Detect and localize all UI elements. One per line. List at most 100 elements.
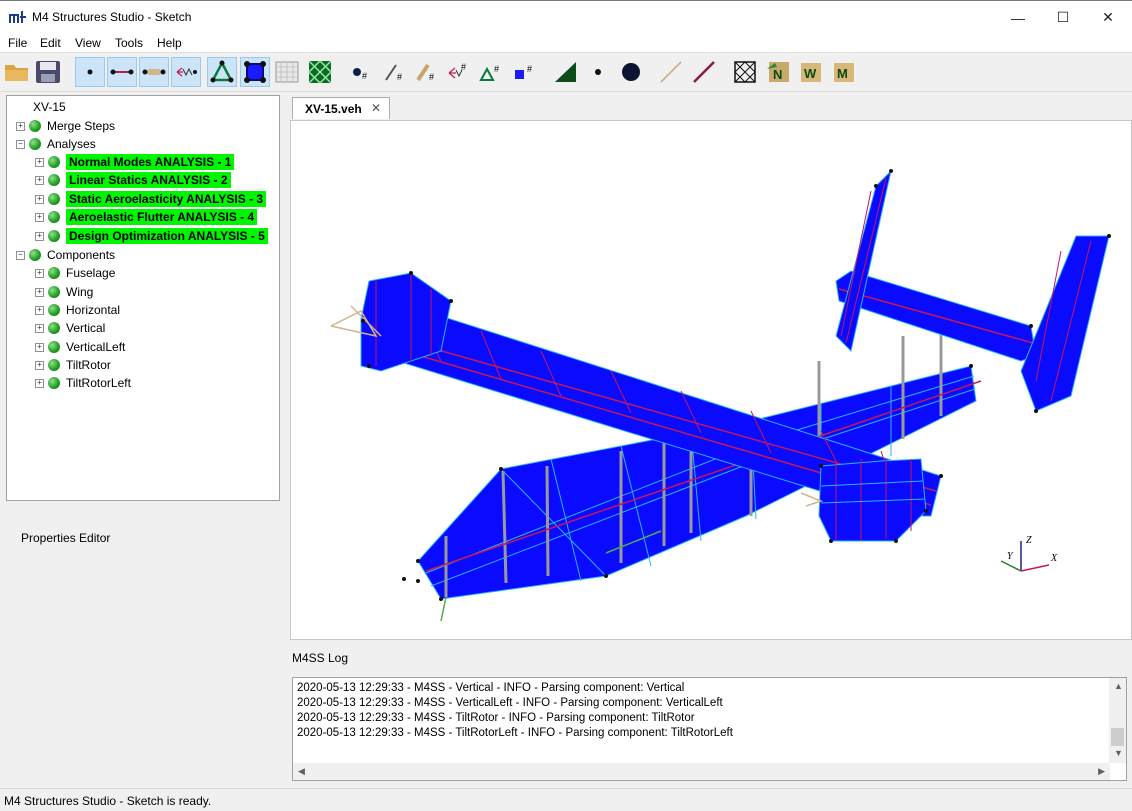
aircraft-model-view: Z Y X — [330, 169, 1111, 622]
tree-item-analysis-1[interactable]: + Normal Modes ANALYSIS - 1 — [35, 153, 235, 171]
expand-icon[interactable]: + — [35, 305, 44, 315]
node-mode-icon[interactable] — [75, 57, 105, 87]
status-dot-icon — [48, 230, 60, 242]
tree-item-wing[interactable]: + Wing — [35, 283, 93, 301]
mesh-hatch-icon[interactable] — [272, 57, 302, 87]
status-dot-icon — [29, 249, 41, 261]
expand-icon[interactable]: + — [35, 287, 44, 297]
tree-item-label: Static Aeroelasticity ANALYSIS - 3 — [66, 191, 267, 207]
status-dot-icon — [48, 322, 60, 334]
app-logo-icon — [9, 11, 26, 23]
tree-item-horizontal[interactable]: + Horizontal — [35, 301, 120, 319]
solid-mesh-icon[interactable] — [305, 57, 335, 87]
rod-mode-icon[interactable] — [139, 57, 169, 87]
menu-help[interactable]: Help — [157, 36, 182, 50]
toolbar: # # # # # # N W M — [0, 54, 1132, 92]
svg-text:#: # — [461, 62, 466, 72]
m-script-icon[interactable]: M — [829, 57, 859, 87]
maximize-button[interactable]: ☐ — [1040, 1, 1086, 34]
svg-text:N: N — [773, 67, 782, 82]
tab-close-icon[interactable]: ✕ — [371, 101, 381, 115]
status-dot-icon — [48, 304, 60, 316]
scroll-left-icon[interactable]: ◀ — [298, 766, 305, 777]
spring-mode-icon[interactable] — [171, 57, 201, 87]
tree-item-analysis-3[interactable]: + Static Aeroelasticity ANALYSIS - 3 — [35, 190, 267, 208]
wireframe-cube-icon[interactable] — [730, 57, 760, 87]
open-folder-icon[interactable] — [2, 57, 32, 87]
tree-item-tiltrotor[interactable]: + TiltRotor — [35, 356, 111, 374]
scroll-up-icon[interactable]: ▲ — [1114, 681, 1123, 691]
svg-text:#: # — [527, 64, 532, 74]
beam-mode-icon[interactable] — [107, 57, 137, 87]
log-horizontal-scrollbar[interactable]: ◀ ▶ — [293, 763, 1110, 780]
quad-number-icon[interactable]: # — [510, 57, 540, 87]
minimize-button[interactable]: — — [995, 1, 1041, 34]
menu-file[interactable]: File — [8, 36, 27, 50]
tree-item-label: Design Optimization ANALYSIS - 5 — [66, 228, 268, 244]
spring-number-icon[interactable]: # — [444, 57, 474, 87]
tree-item-fuselage[interactable]: + Fuselage — [35, 264, 115, 282]
status-dot-icon — [29, 120, 41, 132]
log-panel[interactable]: 2020-05-13 12:29:33 - M4SS - Vertical - … — [292, 677, 1127, 781]
node-number-icon[interactable]: # — [346, 57, 376, 87]
expand-icon[interactable]: + — [35, 378, 44, 388]
tree-item-analyses[interactable]: − Analyses — [16, 135, 96, 153]
line-number-icon[interactable]: # — [380, 57, 410, 87]
tree-item-label: Vertical — [66, 321, 106, 335]
tree-item-vertical-left[interactable]: + VerticalLeft — [35, 338, 125, 356]
scroll-down-icon[interactable]: ▼ — [1114, 748, 1123, 758]
expand-icon[interactable]: + — [35, 231, 44, 241]
tree-item-tiltrotor-left[interactable]: + TiltRotorLeft — [35, 374, 131, 392]
model-tree-panel: XV-15 + Merge Steps − Analyses + Normal Mod… — [6, 95, 280, 501]
status-dot-icon — [48, 359, 60, 371]
tree-item-analysis-2[interactable]: + Linear Statics ANALYSIS - 2 — [35, 171, 231, 189]
menu-bar: File Edit View Tools Help — [0, 33, 1132, 53]
tri-number-icon[interactable]: # — [477, 57, 507, 87]
menu-tools[interactable]: Tools — [115, 36, 143, 50]
close-button[interactable]: ✕ — [1085, 1, 1131, 34]
n-script-icon[interactable]: N — [763, 57, 793, 87]
collapse-icon[interactable]: − — [16, 250, 25, 260]
log-vertical-scrollbar[interactable]: ▲ ▼ — [1109, 678, 1126, 763]
status-dot-icon — [48, 286, 60, 298]
tree-root-label[interactable]: XV-15 — [33, 100, 66, 114]
expand-icon[interactable]: + — [16, 121, 25, 131]
3d-viewport[interactable]: Z Y X — [290, 120, 1132, 640]
triangle-element-icon[interactable] — [207, 57, 237, 87]
expand-icon[interactable]: + — [35, 268, 44, 278]
thin-line-icon[interactable] — [656, 57, 686, 87]
expand-icon[interactable]: + — [35, 175, 44, 185]
svg-text:M: M — [837, 66, 848, 81]
scroll-right-icon[interactable]: ▶ — [1098, 766, 1105, 777]
tree-item-label: Horizontal — [66, 303, 121, 317]
axis-triad: Z Y X — [1000, 535, 1058, 572]
tree-item-components[interactable]: − Components — [16, 246, 115, 264]
w-script-icon[interactable]: W — [796, 57, 826, 87]
tree-item-analysis-5[interactable]: + Design Optimization ANALYSIS - 5 — [35, 227, 268, 245]
large-dot-icon[interactable] — [616, 57, 646, 87]
collapse-icon[interactable]: − — [16, 139, 25, 149]
expand-icon[interactable]: + — [35, 323, 44, 333]
expand-icon[interactable]: + — [35, 157, 44, 167]
tab-xv15-veh[interactable]: XV-15.veh ✕ — [292, 97, 390, 119]
tree-item-analysis-4[interactable]: + Aeroelastic Flutter ANALYSIS - 4 — [35, 208, 258, 226]
expand-icon[interactable]: + — [35, 194, 44, 204]
tree-item-label: Analyses — [47, 137, 96, 151]
menu-view[interactable]: View — [75, 36, 101, 50]
axis-y-label: Y — [1007, 551, 1014, 562]
fill-triangle-icon[interactable] — [550, 57, 580, 87]
expand-icon[interactable]: + — [35, 360, 44, 370]
expand-icon[interactable]: + — [35, 212, 44, 222]
menu-edit[interactable]: Edit — [40, 36, 61, 50]
save-icon[interactable] — [33, 57, 63, 87]
small-dot-icon[interactable] — [583, 57, 613, 87]
bar-number-icon[interactable]: # — [412, 57, 442, 87]
thick-line-icon[interactable] — [689, 57, 719, 87]
expand-icon[interactable]: + — [35, 342, 44, 352]
quad-element-icon[interactable] — [240, 57, 270, 87]
status-dot-icon — [48, 267, 60, 279]
scroll-thumb[interactable] — [1111, 728, 1124, 746]
tree-item-merge-steps[interactable]: + Merge Steps — [16, 117, 115, 135]
tree-item-vertical[interactable]: + Vertical — [35, 319, 105, 337]
tree-item-label: Linear Statics ANALYSIS - 2 — [66, 172, 231, 188]
